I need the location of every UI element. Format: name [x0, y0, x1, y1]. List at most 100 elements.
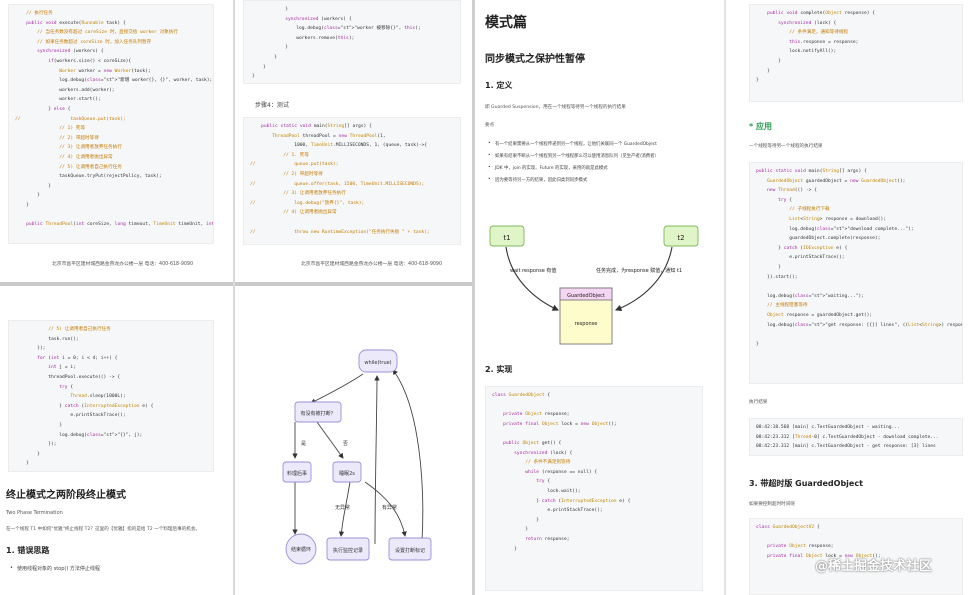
guarded-object-box: GuardedObject response	[559, 287, 613, 345]
page-divider	[233, 0, 235, 595]
code-line: task.run();	[15, 336, 79, 342]
code-line: } else {	[15, 106, 71, 112]
node-while-label: while(true)	[364, 360, 391, 366]
code-line: public void execute(Runnable task) {	[26, 20, 126, 26]
code-line: }	[252, 54, 277, 60]
code-line: } catch (InterruptedException e) {	[492, 498, 631, 504]
code-line: log.debug(class="st">"worker 被移除{}", thi…	[252, 26, 421, 32]
code-line: }	[756, 58, 781, 64]
code-line: // 如果任务数超过 coreSize 时，加入任务队列暂存	[15, 39, 152, 45]
code-line: }	[252, 64, 266, 70]
code-line: }	[756, 264, 781, 270]
definition: 即 Guarded Suspension，用在一个线程等待另一个线程的执行结果	[485, 105, 626, 110]
page-panel-2: } synchronized (workers) { log.debug(cla…	[235, 0, 472, 282]
code-block: public static void main(String[] args) {…	[243, 117, 461, 245]
code-line: // 1) 死等	[15, 126, 86, 132]
code-line: threadPool.execute(() -> {	[15, 374, 121, 380]
page-footer: 北京市昌平区建材城西路金燕龙办公楼一层 电话：400-618-9090	[301, 262, 443, 267]
section-title: 同步模式之保护性暂停	[485, 54, 585, 65]
code-line: // queue.offer(task, 1500, TimeUnit.MILL…	[250, 181, 425, 187]
code-line: // 2) 带超时等待	[15, 135, 99, 141]
watermark: @稀土掘金技术社区	[815, 559, 933, 574]
code-line: Worker worker = new Worker(task);	[59, 68, 151, 74]
code-line: worker.start();	[15, 97, 101, 103]
node-sleep-label: 睡眠2s	[339, 470, 355, 477]
list-item: 有一个结果需要从一个线程传递到另一个线程，让他们关联同一个 GuardedObj…	[488, 141, 657, 147]
code-block: // 执行任务 public void execute(Runnable tas…	[8, 4, 214, 244]
code-line: }).start();	[756, 274, 798, 280]
code-line: Object response = guardedObject.get();	[767, 312, 873, 318]
code-line: // 执行任务	[15, 11, 53, 16]
code-line: } catch (InterruptedException e) {	[15, 403, 154, 409]
code-line: }	[492, 517, 540, 523]
code-line: // 5) 让调用者自己执行任务	[15, 164, 122, 170]
list-item: 因为要等待另一方的结果，因此归类到同步模式	[488, 177, 587, 183]
code-line: e.printStackTrace();	[15, 413, 126, 419]
code-line: // 条件不满足则等待	[492, 460, 571, 466]
sub-heading: 1. 定义	[485, 81, 513, 90]
node-cleanup: 料理后事	[282, 461, 312, 483]
code-line: }	[252, 7, 288, 12]
page-footer: 北京市昌平区建材城西路金燕龙办公楼一层 电话：400-618-9090	[52, 262, 194, 267]
code-line: // 5) 让调用者自己执行任务	[15, 327, 111, 332]
node-record: 执行监控记录	[326, 537, 370, 561]
code-line: // taskQueue.put(task);	[15, 116, 126, 122]
code-line: // 主线程阻塞等待	[756, 303, 808, 309]
code-line: class GuardedObject {	[492, 393, 551, 398]
points-label: 要点	[485, 123, 495, 128]
page-divider	[472, 0, 475, 595]
code-block: public void complete(Object response) { …	[749, 4, 963, 102]
code-line: workers.add(worker);	[15, 87, 115, 93]
code-line: // throw new RuntimeException("任务执行失败 " …	[250, 229, 430, 235]
guarded-object-title: GuardedObject	[567, 293, 605, 299]
code-line: public static void main(String[] args) {	[261, 124, 372, 129]
code-line: taskQueue.tryPut(rejectPolicy, task);	[15, 174, 162, 180]
code-block: public static void main(String[] args) {…	[749, 162, 963, 384]
code-line: this.response = response;	[789, 39, 859, 45]
node-end: 结束循环	[285, 533, 317, 565]
code-line: log.debug(class="st">"新增 worker{}, {}", …	[15, 78, 213, 84]
page-panel-5: 模式篇 同步模式之保护性暂停 1. 定义 即 Guarded Suspensio…	[476, 0, 723, 595]
code-line: workers.remove(this);	[252, 35, 355, 41]
edge	[505, 246, 560, 311]
code-line: try {	[778, 197, 792, 203]
code-block: 08:42:18.568 [main] c.TestGuardedObject …	[749, 418, 963, 456]
edge	[316, 421, 344, 459]
code-line: List<String> response = download();	[789, 216, 887, 222]
code-line: }	[756, 78, 759, 84]
code-line: // 3) 让调用者放弃任务执行	[15, 145, 122, 151]
code-line: e.printStackTrace();	[492, 508, 603, 514]
thread-t2-label: t2	[677, 234, 684, 242]
node-cleanup-label: 料理后事	[287, 470, 307, 477]
code-line: for (int i = 0; i < 4; i++) {	[37, 355, 118, 361]
code-line: }	[492, 546, 517, 552]
section-title: 终止模式之两阶段终止模式	[6, 490, 126, 501]
code-line: public ThreadPool(int coreSize, long tim…	[26, 222, 214, 228]
edge-label-noexc: 无异常	[335, 504, 350, 511]
code-line: guardedObject.complete(response);	[756, 236, 881, 242]
node-sleep: 睡眠2s	[332, 461, 362, 483]
edge-label-exc: 有异常	[382, 504, 397, 511]
code-line: }	[252, 45, 288, 51]
code-line: }	[756, 68, 770, 74]
code-line: 08:42:18.568 [main] c.TestGuardedObject …	[756, 425, 900, 430]
code-line: public Object get() {	[503, 440, 562, 446]
code-line: } catch (IOException e) {	[756, 245, 848, 251]
code-line: log.debug(class="st">"download complete.…	[756, 226, 914, 232]
code-line: try {	[536, 479, 551, 485]
code-line: Thread.sleep(1000L);	[70, 394, 126, 400]
flowchart-panel: while(true) 有没有被打断？ 是 否 料理后事 睡眠2s 无异常 有异…	[235, 286, 472, 595]
code-line: new Thread(() -> {	[767, 188, 817, 194]
code-line: 08:42:23.312 [main] c.TestGuardedObject …	[756, 444, 936, 450]
code-line: synchronized (lock) {	[778, 20, 837, 26]
code-line: public static void main(String[] args) {	[756, 169, 867, 174]
flowchart: while(true) 有没有被打断？ 是 否 料理后事 睡眠2s 无异常 有异…	[282, 349, 432, 565]
code-block: // 5) 让调用者自己执行任务 task.run(); }); for (in…	[8, 320, 214, 472]
code-line: int j = i;	[48, 365, 76, 371]
wait-label: wait response 有值	[510, 267, 556, 274]
code-line: // 3) 让调用者放弃任务执行	[250, 191, 346, 197]
